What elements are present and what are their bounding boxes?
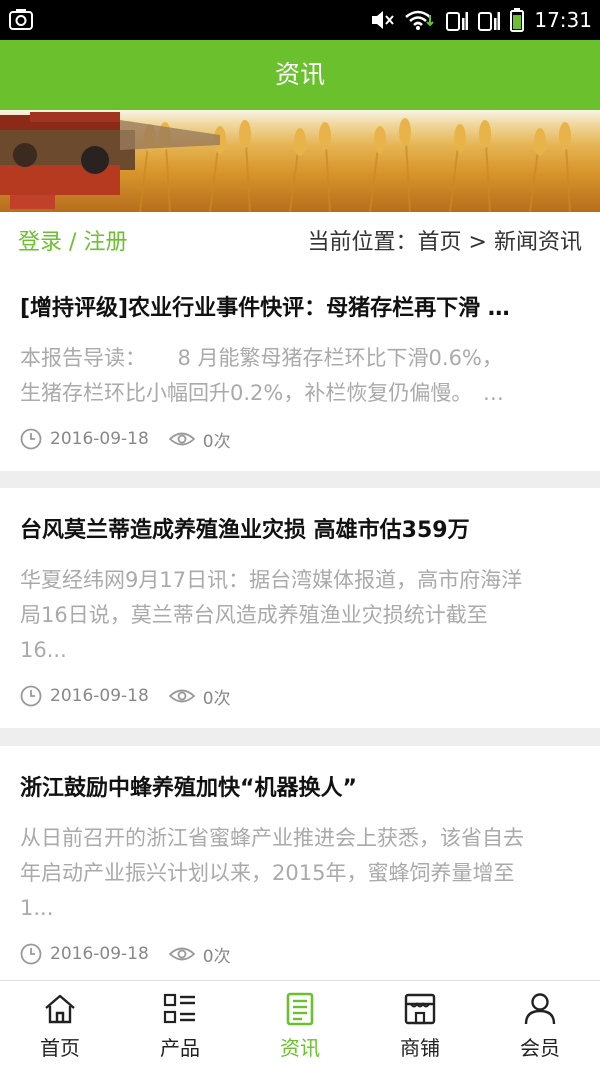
news-card[interactable]: 浙江鼓励中蜂养殖加快“机器换人” 从日前召开的浙江省蜜蜂产业推进会上获悉，该省自… — [0, 746, 600, 980]
login-link[interactable]: 登录 — [18, 230, 62, 255]
tab-shop[interactable]: 商铺 — [360, 981, 480, 1067]
grid-list-icon — [163, 993, 195, 1024]
news-excerpt: 从日前召开的浙江省蜜蜂产业推进会上获悉，该省自去 年启动产业振兴计划以来，201… — [20, 821, 578, 926]
news-meta: 2016-09-18 0次 — [20, 683, 231, 709]
news-card[interactable]: 台风莫兰蒂造成养殖渔业灾损 高雄市估359万 华夏经纬网9月17日讯：据台湾媒体… — [0, 488, 600, 728]
mute-icon — [372, 11, 395, 29]
home-icon — [45, 994, 75, 1024]
tab-label: 首页 — [40, 1036, 80, 1060]
news-excerpt: 本报告导读： 8 月能繁母猪存栏环比下滑0.6%， 生猪存栏环比小幅回升0.2%… — [20, 341, 578, 411]
auth-separator: / — [69, 230, 77, 255]
tab-home[interactable]: 首页 — [0, 981, 120, 1067]
news-excerpt-line: 生猪存栏环比小幅回升0.2%，补栏恢复仍偏慢。 … — [20, 381, 504, 405]
breadcrumb-current: 新闻资讯 — [493, 230, 582, 255]
news-excerpt-line: 从日前召开的浙江省蜜蜂产业推进会上获悉，该省自去 — [20, 826, 524, 850]
clock: 17:31 — [534, 8, 592, 32]
breadcrumb-separator: > — [468, 230, 487, 255]
user-icon — [524, 993, 556, 1025]
news-meta: 2016-09-18 0次 — [20, 426, 231, 452]
news-excerpt-line: 本报告导读： 8 月能繁母猪存栏环比下滑0.6%， — [20, 346, 503, 370]
eye-icon — [168, 689, 195, 703]
tab-news[interactable]: 资讯 — [240, 981, 360, 1067]
register-link[interactable]: 注册 — [83, 230, 127, 255]
tab-member[interactable]: 会员 — [480, 981, 600, 1067]
news-excerpt-line: 华夏经纬网9月17日讯：据台湾媒体报道，高市府海洋 — [20, 568, 523, 592]
news-excerpt-line: 16... — [20, 638, 67, 662]
document-icon — [286, 992, 314, 1026]
battery-icon — [510, 8, 525, 32]
breadcrumb: 当前位置：首页 > 新闻资讯 — [308, 224, 582, 256]
news-views: 0次 — [202, 431, 231, 452]
sim2-signal-icon — [478, 12, 501, 31]
clock-icon — [20, 428, 42, 450]
news-excerpt: 华夏经纬网9月17日讯：据台湾媒体报道，高市府海洋 局16日说，莫兰蒂台风造成养… — [20, 563, 578, 668]
breadcrumb-bar: 登录 / 注册 当前位置：首页 > 新闻资讯 — [0, 212, 600, 266]
tab-label: 资讯 — [280, 1036, 320, 1060]
news-title[interactable]: [增持评级]农业行业事件快评：母猪存栏再下滑 … — [20, 290, 580, 322]
eye-icon — [168, 432, 195, 446]
news-meta: 2016-09-18 0次 — [20, 941, 231, 967]
tab-label: 商铺 — [400, 1036, 440, 1060]
screenshot-icon — [9, 9, 33, 30]
news-excerpt-line: 局16日说，莫兰蒂台风造成养殖渔业灾损统计截至 — [20, 603, 488, 627]
bottom-tab-bar: 首页 产品 资讯 商铺 会员 — [0, 980, 600, 1067]
news-views: 0次 — [202, 946, 231, 967]
news-title[interactable]: 台风莫兰蒂造成养殖渔业灾损 高雄市估359万 — [20, 512, 580, 544]
auth-links: 登录 / 注册 — [18, 224, 127, 256]
breadcrumb-prefix: 当前位置： — [307, 230, 418, 255]
wifi-icon — [405, 10, 435, 30]
tab-label: 产品 — [160, 1036, 200, 1060]
news-excerpt-line: 1... — [20, 896, 54, 920]
news-title[interactable]: 浙江鼓励中蜂养殖加快“机器换人” — [20, 770, 580, 802]
news-date: 2016-09-18 — [50, 686, 149, 706]
sim1-signal-icon — [446, 12, 469, 31]
news-excerpt-line: 年启动产业振兴计划以来，2015年，蜜蜂饲养量增至 — [20, 861, 515, 885]
news-views: 0次 — [202, 688, 231, 709]
breadcrumb-home[interactable]: 首页 — [418, 230, 462, 255]
clock-icon — [20, 943, 42, 965]
news-date: 2016-09-18 — [50, 944, 149, 964]
page-title: 资讯 — [0, 40, 600, 110]
banner-image — [0, 110, 600, 212]
shop-icon — [404, 993, 436, 1025]
tab-products[interactable]: 产品 — [120, 981, 240, 1067]
eye-icon — [168, 947, 195, 961]
news-card[interactable]: [增持评级]农业行业事件快评：母猪存栏再下滑 … 本报告导读： 8 月能繁母猪存… — [0, 266, 600, 471]
tab-label: 会员 — [520, 1036, 560, 1060]
clock-icon — [20, 685, 42, 707]
status-bar: 17:31 — [0, 0, 600, 40]
news-date: 2016-09-18 — [50, 429, 149, 449]
